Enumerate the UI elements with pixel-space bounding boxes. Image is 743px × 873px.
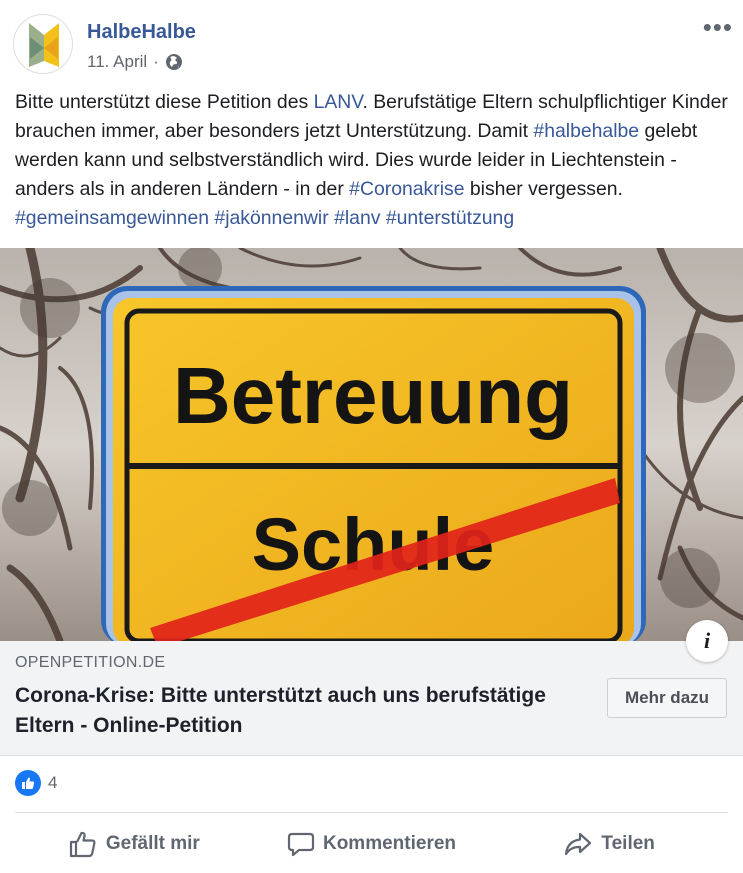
more-options-button[interactable]: ••• xyxy=(703,12,733,43)
post-header: HalbeHalbe 11. April · ••• xyxy=(0,0,743,84)
info-button[interactable]: i xyxy=(686,620,728,662)
share-button[interactable]: Teilen xyxy=(490,822,728,866)
globe-icon xyxy=(165,54,182,70)
share-label: Teilen xyxy=(601,833,655,854)
hashtag-lanv[interactable]: #lanv xyxy=(334,207,380,229)
sign-top-text: Betreuung xyxy=(173,351,573,440)
post-date[interactable]: 11. April xyxy=(87,52,147,72)
meta-separator: · xyxy=(153,52,159,71)
like-button[interactable]: Gefällt mir xyxy=(15,822,253,866)
post-text: Bitte unterstützt diese Petition des LAN… xyxy=(15,88,733,233)
comment-icon xyxy=(287,832,315,857)
post-meta: 11. April · xyxy=(87,52,183,72)
link-domain: OPENPETITION.DE xyxy=(15,654,166,671)
post-text-part: Bitte unterstützt diese Petition des xyxy=(15,91,314,113)
hashtag-halbehalbe[interactable]: #halbehalbe xyxy=(533,120,639,142)
page-name-link[interactable]: HalbeHalbe xyxy=(87,21,196,44)
post-text-part: bisher vergessen. xyxy=(464,178,623,200)
mention-lanv[interactable]: LANV xyxy=(314,91,363,113)
like-reaction-icon xyxy=(15,770,41,796)
halbehalbe-logo-icon xyxy=(29,23,59,67)
comment-button[interactable]: Kommentieren xyxy=(253,822,491,866)
hashtag-unterstuetzung[interactable]: #unterstützung xyxy=(386,207,514,229)
divider xyxy=(15,812,728,813)
town-sign-image: Betreuung Schule xyxy=(0,248,743,641)
share-icon xyxy=(565,832,592,856)
reaction-count: 4 xyxy=(48,773,58,792)
hashtag-gemeinsamgewinnen[interactable]: #gemeinsamgewinnen xyxy=(15,207,209,229)
reactions-summary[interactable]: 4 xyxy=(15,770,57,796)
link-preview-image[interactable]: Betreuung Schule xyxy=(0,248,743,641)
hashtag-jakoennenwir[interactable]: #jakönnenwir xyxy=(214,207,328,229)
action-bar: Gefällt mir Kommentieren Teilen xyxy=(15,822,728,866)
link-title[interactable]: Corona-Krise: Bitte unterstützt auch uns… xyxy=(15,681,575,741)
page-avatar[interactable] xyxy=(13,14,73,74)
hashtag-coronakrise[interactable]: #Coronakrise xyxy=(349,178,464,200)
like-label: Gefällt mir xyxy=(105,833,200,854)
comment-label: Kommentieren xyxy=(322,833,457,854)
thumbs-up-icon xyxy=(69,831,96,858)
link-preview-card[interactable]: OPENPETITION.DE Corona-Krise: Bitte unte… xyxy=(0,641,743,756)
learn-more-button[interactable]: Mehr dazu xyxy=(607,678,727,718)
